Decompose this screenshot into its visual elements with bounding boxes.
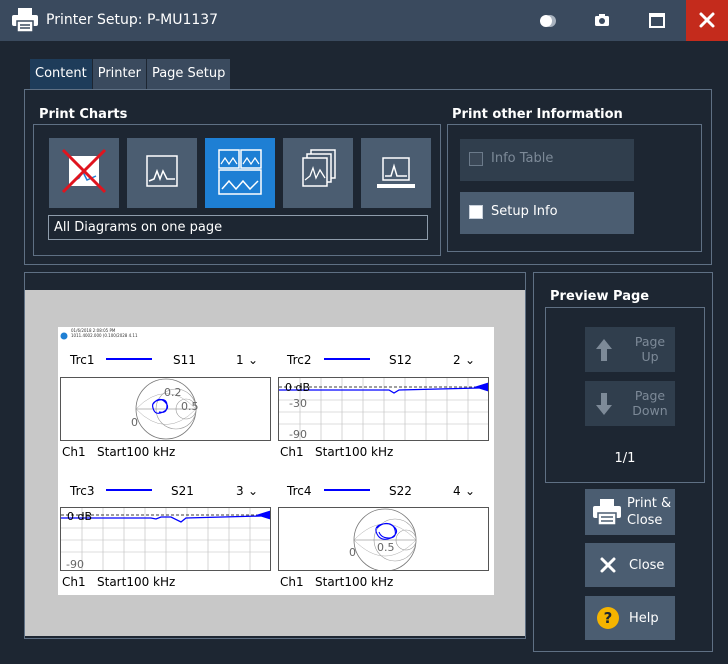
- page-down-line1: Page: [634, 388, 666, 403]
- info-table-label: Info Table: [491, 151, 554, 166]
- page-down-line2: Down: [632, 403, 668, 418]
- arrow-down-icon: [593, 391, 615, 421]
- print-close-line1: Print &: [627, 496, 672, 511]
- chart4-footer-ch: Ch1: [280, 575, 304, 589]
- tab-page-setup[interactable]: Page Setup: [146, 59, 231, 89]
- chart1-trace-line: [106, 358, 152, 360]
- chart1-label-2: 0: [131, 416, 138, 429]
- close-icon: [599, 556, 617, 578]
- print-active-chart-button[interactable]: [127, 138, 197, 208]
- tab-content[interactable]: Content: [30, 59, 92, 89]
- camera-icon[interactable]: [582, 6, 622, 36]
- help-button[interactable]: ? Help: [585, 596, 675, 640]
- print-all-separate-pages-button[interactable]: [283, 138, 353, 208]
- preview-header-line2: 1011.4002.000 (0.100/2028 4.11: [71, 333, 138, 338]
- close-window-button[interactable]: [686, 0, 728, 41]
- chart1-label-1: 0.5: [181, 400, 199, 413]
- active-diagram-icon: [146, 155, 178, 187]
- chart4-label-1: 0: [349, 546, 356, 559]
- chart1-dropdown-icon: ⌄: [248, 353, 259, 367]
- setup-info-label: Setup Info: [491, 204, 558, 219]
- arrow-up-icon: [593, 337, 615, 367]
- chart2-param: S12: [389, 353, 412, 367]
- all-diagrams-separate-pages-icon: [302, 149, 336, 187]
- chart2-trace-line: [324, 358, 370, 360]
- page-up-line2: Up: [641, 349, 659, 364]
- chart3-number: 3: [236, 484, 244, 498]
- chart2-dropdown-icon: ⌄: [465, 353, 476, 367]
- chart3-param: S21: [171, 484, 194, 498]
- chart3-footer-start: Start100 kHz: [97, 575, 176, 589]
- page-up-line1: Page: [634, 334, 666, 349]
- preview-page-sheet: 01/6/2018 2:08:05 PM 1011.4002.000 (0.10…: [58, 327, 494, 595]
- chart3-footer-ch: Ch1: [62, 575, 86, 589]
- tab-bar: Content Printer Page Setup: [30, 59, 231, 89]
- chart1-footer-ch: Ch1: [62, 445, 86, 459]
- chart2-label-0: 0 dB: [285, 381, 311, 394]
- chart3-trace-line: [106, 489, 152, 491]
- printer-icon: [590, 497, 624, 531]
- transparency-toggle-icon[interactable]: [528, 6, 568, 36]
- page-down-button[interactable]: Page Down: [585, 381, 675, 426]
- print-charts-label: Print Charts: [39, 107, 128, 122]
- chart3-plot: 0 dB -90: [60, 507, 271, 571]
- setup-info-option[interactable]: Setup Info: [460, 192, 634, 234]
- chart4-label-0: 0.5: [377, 541, 395, 554]
- chart3-dropdown-icon: ⌄: [248, 484, 259, 498]
- info-table-option[interactable]: Info Table: [460, 139, 634, 181]
- print-close-line2: Close: [627, 513, 663, 528]
- diagram-marker-icon: [377, 157, 415, 188]
- chart1-label-0: 0.2: [164, 386, 182, 399]
- tab-printer[interactable]: Printer: [92, 59, 146, 89]
- chart1-param: S11: [173, 353, 196, 367]
- chart4-param: S22: [389, 484, 412, 498]
- chart4-trace: Trc4: [287, 484, 312, 498]
- chart4-footer-start: Start100 kHz: [315, 575, 394, 589]
- chart2-plot: 0 dB -30 -90: [278, 377, 489, 441]
- help-button-label: Help: [629, 611, 659, 626]
- svg-text:?: ?: [604, 609, 613, 627]
- close-button[interactable]: Close: [585, 543, 675, 587]
- no-diagram-icon: [61, 148, 107, 194]
- title-bar: Printer Setup: P-MU1137: [0, 0, 728, 41]
- chart4-dropdown-icon: ⌄: [465, 484, 476, 498]
- all-diagrams-one-page-icon: [218, 149, 262, 195]
- window-title: Printer Setup: P-MU1137: [46, 12, 219, 28]
- close-button-label: Close: [629, 558, 665, 573]
- chart4-plot: 0.5 0: [278, 507, 489, 571]
- chart2-trace: Trc2: [287, 353, 312, 367]
- chart2-label-2: -90: [289, 428, 307, 441]
- chart1-footer-start: Start100 kHz: [97, 445, 176, 459]
- chart3-trace: Trc3: [70, 484, 95, 498]
- chart4-trace-line: [324, 489, 370, 491]
- print-all-one-page-button[interactable]: [205, 138, 275, 208]
- print-no-chart-button[interactable]: [49, 138, 119, 208]
- help-icon: ?: [597, 607, 619, 633]
- chart1-trace: Trc1: [70, 353, 95, 367]
- printer-icon: [10, 6, 40, 38]
- other-info-label: Print other Information: [452, 107, 623, 122]
- chart1-number: 1: [236, 353, 244, 367]
- info-table-checkbox[interactable]: [469, 152, 483, 166]
- chart3-label-1: -90: [66, 558, 84, 571]
- rs-logo-icon: [60, 329, 68, 344]
- chart2-label-1: -30: [289, 397, 307, 410]
- page-up-button[interactable]: Page Up: [585, 327, 675, 372]
- chart3-label-0: 0 dB: [67, 510, 93, 523]
- chart2-number: 2: [453, 353, 461, 367]
- maximize-icon[interactable]: [637, 6, 677, 36]
- print-marker-chart-button[interactable]: [361, 138, 431, 208]
- chart2-footer-start: Start100 kHz: [315, 445, 394, 459]
- preview-page-label: Preview Page: [550, 289, 650, 304]
- page-counter: 1/1: [614, 451, 636, 466]
- chart2-footer-ch: Ch1: [280, 445, 304, 459]
- chart4-number: 4: [453, 484, 461, 498]
- print-mode-display: All Diagrams on one page: [48, 215, 428, 240]
- chart1-plot: 0.2 0.5 0: [60, 377, 271, 441]
- setup-info-checkbox[interactable]: [469, 205, 483, 219]
- print-close-button[interactable]: Print & Close: [585, 489, 675, 535]
